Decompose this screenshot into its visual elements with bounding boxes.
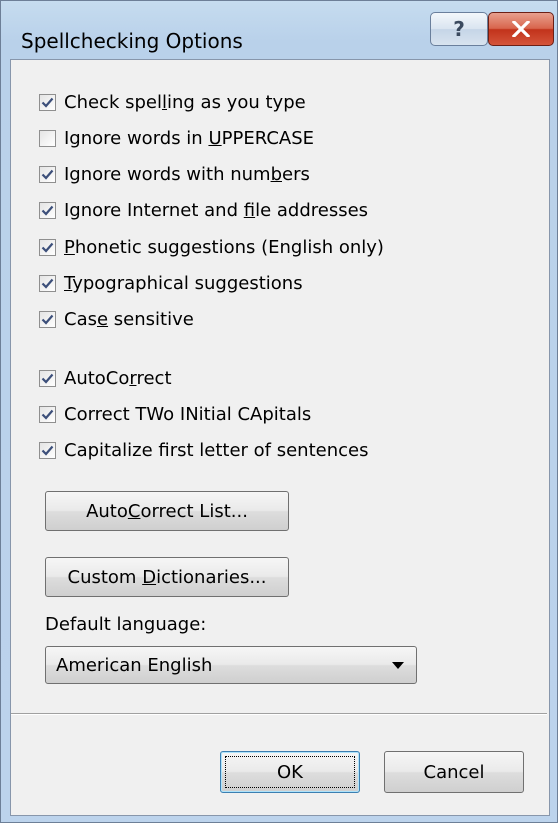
option-row[interactable]: Phonetic suggestions (English only) [39,232,384,262]
option-row[interactable]: Ignore words in UPPERCASE [39,123,314,153]
ok-button[interactable]: OK [220,751,360,793]
question-mark-icon: ? [453,17,465,41]
cancel-button[interactable]: Cancel [384,751,524,793]
option-label: Ignore Internet and file addresses [64,200,369,222]
checkbox-checked[interactable] [39,275,56,292]
close-x-icon [512,21,530,37]
checkmark-icon [41,409,54,420]
checkmark-icon [41,169,54,180]
custom-dictionaries-label: Custom Dictionaries... [67,566,267,588]
option-row[interactable]: AutoCorrect [39,363,172,393]
checkmark-icon [41,278,54,289]
close-button[interactable] [488,12,554,46]
default-language-value: American English [56,654,213,676]
checkbox-unchecked[interactable] [39,129,56,147]
checkbox-checked[interactable] [39,238,56,256]
checkbox-checked[interactable] [39,311,56,329]
spellchecking-options-dialog: Spellchecking Options ? Check spelling a… [0,0,558,823]
checkmark-icon [41,97,54,108]
option-label: Typographical suggestions [64,273,303,294]
option-label: Phonetic suggestions (English only) [64,236,384,258]
checkbox-checked[interactable] [39,405,56,423]
autocorrect-list-button[interactable]: AutoCorrect List... [45,491,289,531]
footer-separator [11,713,547,715]
option-label: Correct TWo INitial CApitals [64,403,312,425]
autocorrect-list-label: AutoCorrect List... [86,500,248,522]
option-row[interactable]: Capitalize first letter of sentences [39,435,368,465]
checkbox-checked[interactable] [39,369,56,387]
checkmark-icon [41,373,54,384]
checkmark-icon [41,445,54,456]
option-row[interactable]: Ignore Internet and file addresses [39,196,368,226]
checkmark-icon [41,206,54,217]
checkbox-checked[interactable] [39,441,56,459]
option-label: Check spelling as you type [64,91,306,113]
checkbox-checked[interactable] [39,93,56,111]
option-row[interactable]: Case sensitive [39,305,194,335]
dialog-title: Spellchecking Options [21,29,243,53]
checkbox-checked[interactable] [39,166,56,184]
cancel-label: Cancel [423,761,485,783]
option-row[interactable]: Typographical suggestions [39,269,303,299]
option-label: Ignore words with numbers [64,164,310,186]
dropdown-arrow-icon [392,662,404,669]
custom-dictionaries-button[interactable]: Custom Dictionaries... [45,557,289,597]
option-row[interactable]: Correct TWo INitial CApitals [39,399,311,429]
option-row[interactable]: Ignore words with numbers [39,160,310,190]
default-language-label: Default language: [45,614,207,635]
checkbox-checked[interactable] [39,202,56,220]
option-label: Ignore words in UPPERCASE [64,127,314,149]
checkmark-icon [41,242,54,253]
option-label: Case sensitive [64,309,194,331]
option-label: AutoCorrect [64,367,172,389]
default-language-select[interactable]: American English [45,646,417,684]
focus-rectangle [225,756,355,788]
option-label: Capitalize first letter of sentences [64,439,369,461]
checkmark-icon [41,315,54,325]
option-row[interactable]: Check spelling as you type [39,87,306,117]
help-button[interactable]: ? [430,12,488,46]
